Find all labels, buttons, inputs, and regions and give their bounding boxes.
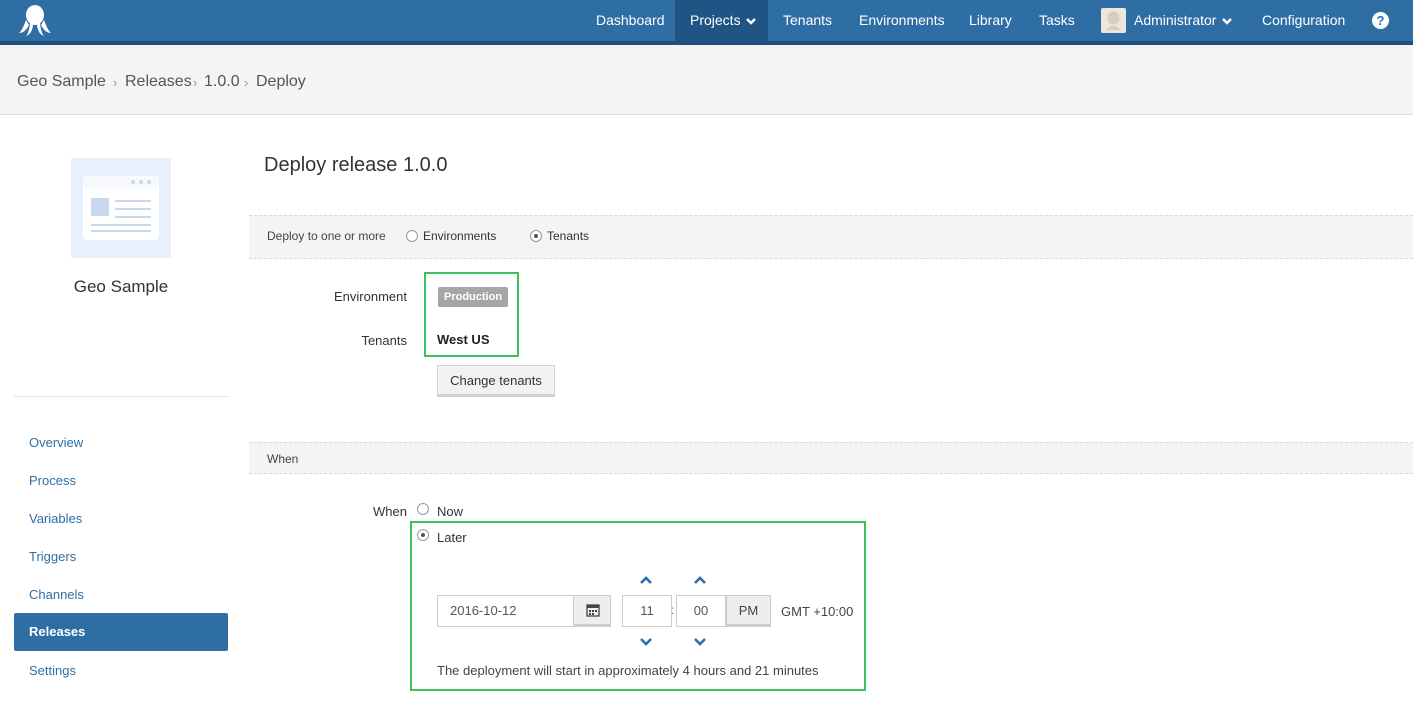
targets-highlight-box — [424, 272, 519, 357]
radio-later[interactable] — [417, 529, 429, 541]
radio-tenants-label[interactable]: Tenants — [547, 229, 589, 243]
hour-input[interactable]: 11 — [622, 595, 672, 627]
radio-environments[interactable] — [406, 230, 418, 242]
page-title: Deploy release 1.0.0 — [264, 154, 448, 176]
when-section-title: When — [267, 452, 299, 466]
time-separator: : — [671, 603, 675, 617]
breadcrumb-releases[interactable]: Releases — [125, 73, 192, 91]
chevron-down-icon — [746, 18, 757, 25]
sidebar-item-settings[interactable]: Settings — [14, 652, 228, 690]
sidebar-item-releases[interactable]: Releases — [14, 613, 228, 651]
breadcrumb-release-version[interactable]: 1.0.0 — [204, 73, 240, 91]
nav-environments[interactable]: Environments — [844, 0, 960, 41]
minute-down-chevron-icon[interactable] — [693, 637, 707, 646]
deploy-to-label: Deploy to one or more — [267, 229, 386, 243]
breadcrumb-separator-icon: › — [193, 75, 198, 90]
help-icon[interactable]: ? — [1372, 12, 1389, 29]
sidebar-item-overview[interactable]: Overview — [14, 424, 228, 462]
change-tenants-button[interactable]: Change tenants — [437, 365, 555, 397]
calendar-icon — [586, 604, 600, 617]
hour-up-chevron-icon[interactable] — [639, 576, 653, 585]
sidebar-item-process[interactable]: Process — [14, 462, 228, 500]
octopus-logo-icon[interactable] — [18, 3, 52, 37]
nav-projects-label: Projects — [690, 12, 741, 28]
tenants-label: Tenants — [361, 333, 407, 348]
breadcrumb-deploy: Deploy — [256, 73, 306, 90]
minute-input[interactable]: 00 — [676, 595, 726, 627]
ampm-toggle-button[interactable]: PM — [726, 595, 771, 627]
minute-up-chevron-icon[interactable] — [693, 576, 707, 585]
radio-environments-label[interactable]: Environments — [423, 229, 496, 243]
breadcrumb: Geo Sample › Releases › 1.0.0 › Deploy — [0, 45, 1413, 115]
breadcrumb-separator-icon: › — [113, 75, 118, 90]
nav-configuration[interactable]: Configuration — [1247, 0, 1360, 41]
when-label: When — [373, 504, 407, 519]
nav-projects[interactable]: Projects — [675, 0, 768, 41]
nav-library[interactable]: Library — [954, 0, 1027, 41]
breadcrumb-project[interactable]: Geo Sample — [17, 73, 106, 91]
sidebar-item-triggers[interactable]: Triggers — [14, 538, 228, 576]
top-nav: Dashboard Projects Tenants Environments … — [0, 0, 1413, 45]
radio-later-label[interactable]: Later — [437, 530, 467, 545]
radio-now[interactable] — [417, 503, 429, 515]
sidebar-divider — [14, 396, 228, 397]
date-input[interactable]: 2016-10-12 — [437, 595, 574, 627]
chevron-down-icon — [1222, 18, 1233, 25]
calendar-button[interactable] — [573, 595, 611, 627]
sidebar-item-channels[interactable]: Channels — [14, 576, 228, 614]
environment-label: Environment — [334, 289, 407, 304]
project-name: Geo Sample — [73, 277, 169, 296]
nav-dashboard[interactable]: Dashboard — [581, 0, 680, 41]
nav-tasks[interactable]: Tasks — [1024, 0, 1090, 41]
timezone-label: GMT +10:00 — [781, 604, 854, 619]
breadcrumb-separator-icon: › — [244, 75, 249, 90]
schedule-note: The deployment will start in approximate… — [437, 663, 819, 678]
hour-down-chevron-icon[interactable] — [639, 637, 653, 646]
nav-user-menu[interactable]: Administrator — [1119, 0, 1247, 41]
radio-tenants[interactable] — [530, 230, 542, 242]
radio-now-label[interactable]: Now — [437, 504, 463, 519]
project-logo-icon — [71, 158, 171, 258]
user-name: Administrator — [1134, 12, 1217, 28]
when-section — [249, 442, 1413, 474]
nav-tenants[interactable]: Tenants — [768, 0, 847, 41]
sidebar-item-variables[interactable]: Variables — [14, 500, 228, 538]
